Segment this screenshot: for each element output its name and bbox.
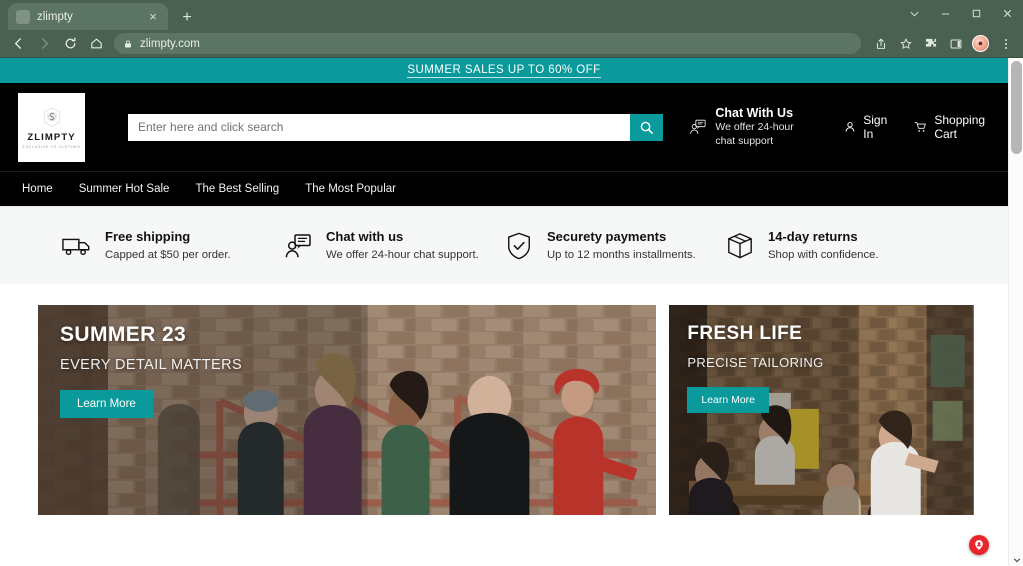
extensions-puzzle-icon[interactable]	[919, 33, 942, 55]
hero-banners: SUMMER 23 EVERY DETAIL MATTERS Learn Mor…	[0, 284, 1008, 515]
hero-banner-summer-23[interactable]: SUMMER 23 EVERY DETAIL MATTERS Learn Mor…	[38, 305, 657, 515]
new-tab-button[interactable]: +	[178, 10, 196, 26]
browser-toolbar: zlimpty.com ●	[0, 30, 1023, 57]
reload-icon[interactable]	[58, 33, 82, 55]
close-icon[interactable]	[992, 0, 1023, 26]
browser-titlebar: zlimpty × +	[0, 0, 1023, 30]
nav-item-home[interactable]: Home	[22, 183, 53, 195]
lock-icon	[125, 39, 131, 47]
feature-chat-with-us: Chat with us We offer 24-hour chat suppo…	[283, 227, 504, 263]
browser-window: zlimpty × + zlimpty.com ● SUMMER SALES U…	[0, 0, 1023, 566]
feature-title: Securety payments	[547, 229, 667, 245]
search-icon	[640, 121, 653, 134]
feature-14-day-returns: 14-day returns Shop with confidence.	[725, 227, 946, 263]
shopping-cart-icon	[914, 122, 927, 132]
tab-close-icon[interactable]: ×	[146, 10, 160, 23]
hero-banner-fresh-life[interactable]: FRESH LIFE PRECISE TAILORING Learn More	[669, 305, 974, 515]
tab-title: zlimpty	[37, 10, 73, 23]
features-strip: Free shipping Capped at $50 per order. C…	[0, 206, 1008, 284]
shopping-cart-link[interactable]: Shopping Cart	[914, 113, 990, 141]
box-icon	[725, 231, 755, 261]
profile-avatar[interactable]: ●	[969, 33, 992, 55]
page-scrollbar-thumb[interactable]	[1011, 61, 1022, 154]
feature-title: Chat with us	[326, 229, 404, 245]
promo-banner-link[interactable]: SUMMER SALES UP TO 60% OFF	[407, 64, 601, 78]
site-header: ZLIMPTY EXCLUSIVE TO CLOTHES Enter here …	[0, 83, 1008, 171]
main-navigation: Home Summer Hot Sale The Best Selling Th…	[0, 171, 1008, 206]
feature-title: Free shipping	[105, 229, 191, 245]
search-bar	[128, 113, 663, 141]
chat-support-icon	[283, 231, 313, 261]
hero-subtitle: EVERY DETAIL MATTERS	[60, 357, 243, 373]
feature-desc: We offer 24-hour chat support.	[326, 248, 479, 261]
nav-item-summer-hot-sale[interactable]: Summer Hot Sale	[79, 183, 170, 195]
feature-free-shipping: Free shipping Capped at $50 per order.	[62, 227, 283, 263]
hero-subtitle: PRECISE TAILORING	[687, 355, 824, 370]
scroll-down-arrow-icon[interactable]	[1009, 553, 1023, 566]
tab-favicon-icon	[16, 9, 30, 24]
side-panel-icon[interactable]	[944, 33, 967, 55]
logo-tagline: EXCLUSIVE TO CLOTHES	[22, 144, 81, 149]
chat-with-us-block[interactable]: Chat With Us We offer 24-hour chat suppo…	[689, 106, 808, 149]
hero-learn-more-button[interactable]: Learn More	[60, 390, 153, 418]
home-icon[interactable]	[84, 33, 108, 55]
chat-support-icon	[690, 119, 706, 134]
hero-title: SUMMER 23	[60, 323, 187, 346]
forward-arrow-icon	[32, 33, 56, 55]
page-viewport: SUMMER SALES UP TO 60% OFF ZLIMPTY EXCLU…	[0, 57, 1023, 566]
feature-title: 14-day returns	[768, 229, 858, 245]
tab-search-chevron-down-icon[interactable]	[899, 0, 930, 26]
page-scrollbar[interactable]	[1008, 58, 1023, 566]
promo-banner: SUMMER SALES UP TO 60% OFF	[0, 58, 1008, 83]
address-bar-url: zlimpty.com	[140, 37, 200, 50]
feature-securety-payments: Securety payments Up to 12 months instal…	[504, 227, 725, 263]
web-page: SUMMER SALES UP TO 60% OFF ZLIMPTY EXCLU…	[0, 58, 1008, 566]
sign-in-link[interactable]: Sign In	[844, 113, 891, 141]
avatar-initial: ●	[977, 38, 984, 48]
hero-right-content: FRESH LIFE PRECISE TAILORING Learn More	[687, 323, 823, 413]
feature-desc: Capped at $50 per order.	[105, 248, 231, 261]
minimize-icon[interactable]	[930, 0, 961, 26]
bookmark-star-icon[interactable]	[894, 33, 917, 55]
sign-in-label: Sign In	[863, 113, 888, 141]
hero-left-content: SUMMER 23 EVERY DETAIL MATTERS Learn Mor…	[60, 323, 242, 418]
feature-desc: Up to 12 months installments.	[547, 248, 696, 261]
maximize-icon[interactable]	[961, 0, 992, 26]
logo-monogram-icon	[43, 107, 60, 127]
shield-check-icon	[504, 231, 534, 261]
site-logo[interactable]: ZLIMPTY EXCLUSIVE TO CLOTHES	[18, 92, 85, 162]
nav-item-the-best-selling[interactable]: The Best Selling	[195, 183, 279, 195]
shopping-cart-label: Shopping Cart	[934, 113, 986, 141]
search-input[interactable]	[128, 113, 630, 141]
share-icon[interactable]	[869, 33, 892, 55]
window-controls	[899, 0, 1023, 26]
chat-subtitle: We offer 24-hour chat support	[715, 121, 794, 147]
back-arrow-icon[interactable]	[6, 33, 30, 55]
search-button[interactable]	[630, 113, 663, 141]
user-icon	[845, 122, 855, 132]
chat-title: Chat With Us	[715, 105, 794, 120]
logo-wordmark: ZLIMPTY	[27, 131, 76, 143]
truck-icon	[62, 231, 92, 261]
address-bar[interactable]: zlimpty.com	[114, 33, 861, 54]
hero-learn-more-button[interactable]: Learn More	[687, 387, 770, 413]
hero-title: FRESH LIFE	[687, 323, 803, 344]
feature-desc: Shop with confidence.	[768, 248, 879, 261]
nav-item-the-most-popular[interactable]: The Most Popular	[305, 183, 396, 195]
location-person-pin-icon[interactable]	[969, 535, 989, 555]
three-dot-menu-icon[interactable]	[994, 33, 1017, 55]
browser-tab[interactable]: zlimpty ×	[8, 3, 168, 30]
